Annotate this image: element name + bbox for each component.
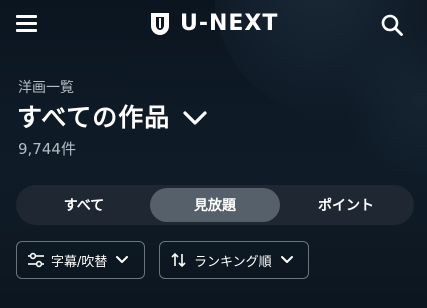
logo[interactable]: U-NEXT — [150, 11, 278, 37]
chevron-down-icon — [280, 256, 293, 263]
tab-unlimited[interactable]: 見放題 — [150, 188, 280, 222]
subtitle-dub-filter-button[interactable]: 字幕/吹替 — [16, 241, 145, 279]
result-count: 9,744件 — [18, 140, 76, 158]
logo-text: U-NEXT — [180, 11, 279, 36]
search-icon — [381, 14, 403, 36]
page-title: すべての作品 — [17, 103, 171, 132]
title-dropdown[interactable]: すべての作品 — [17, 101, 208, 135]
sort-order-label: ランキング順 — [194, 254, 272, 270]
tab-points[interactable]: ポイント — [282, 188, 410, 222]
hamburger-menu-icon — [16, 15, 37, 18]
app-header: U-NEXT — [0, 0, 427, 48]
category-subtitle: 洋画一覧 — [18, 80, 74, 96]
sliders-icon — [28, 252, 44, 268]
search-button[interactable] — [380, 13, 404, 37]
menu-button[interactable] — [16, 14, 38, 34]
subtitle-dub-filter-label: 字幕/吹替 — [51, 254, 108, 270]
sort-arrows-icon — [171, 252, 186, 268]
page: U-NEXT 洋画一覧 すべての作品 9,744件 すべて 見放題 ポイント 字… — [0, 0, 427, 308]
chevron-down-icon — [183, 111, 207, 125]
chevron-down-icon — [116, 256, 129, 263]
tab-all[interactable]: すべて — [20, 188, 148, 222]
u-next-logo-icon — [151, 13, 169, 35]
sort-order-button[interactable]: ランキング順 — [159, 241, 309, 279]
availability-tabs: すべて 見放題 ポイント — [16, 185, 414, 225]
